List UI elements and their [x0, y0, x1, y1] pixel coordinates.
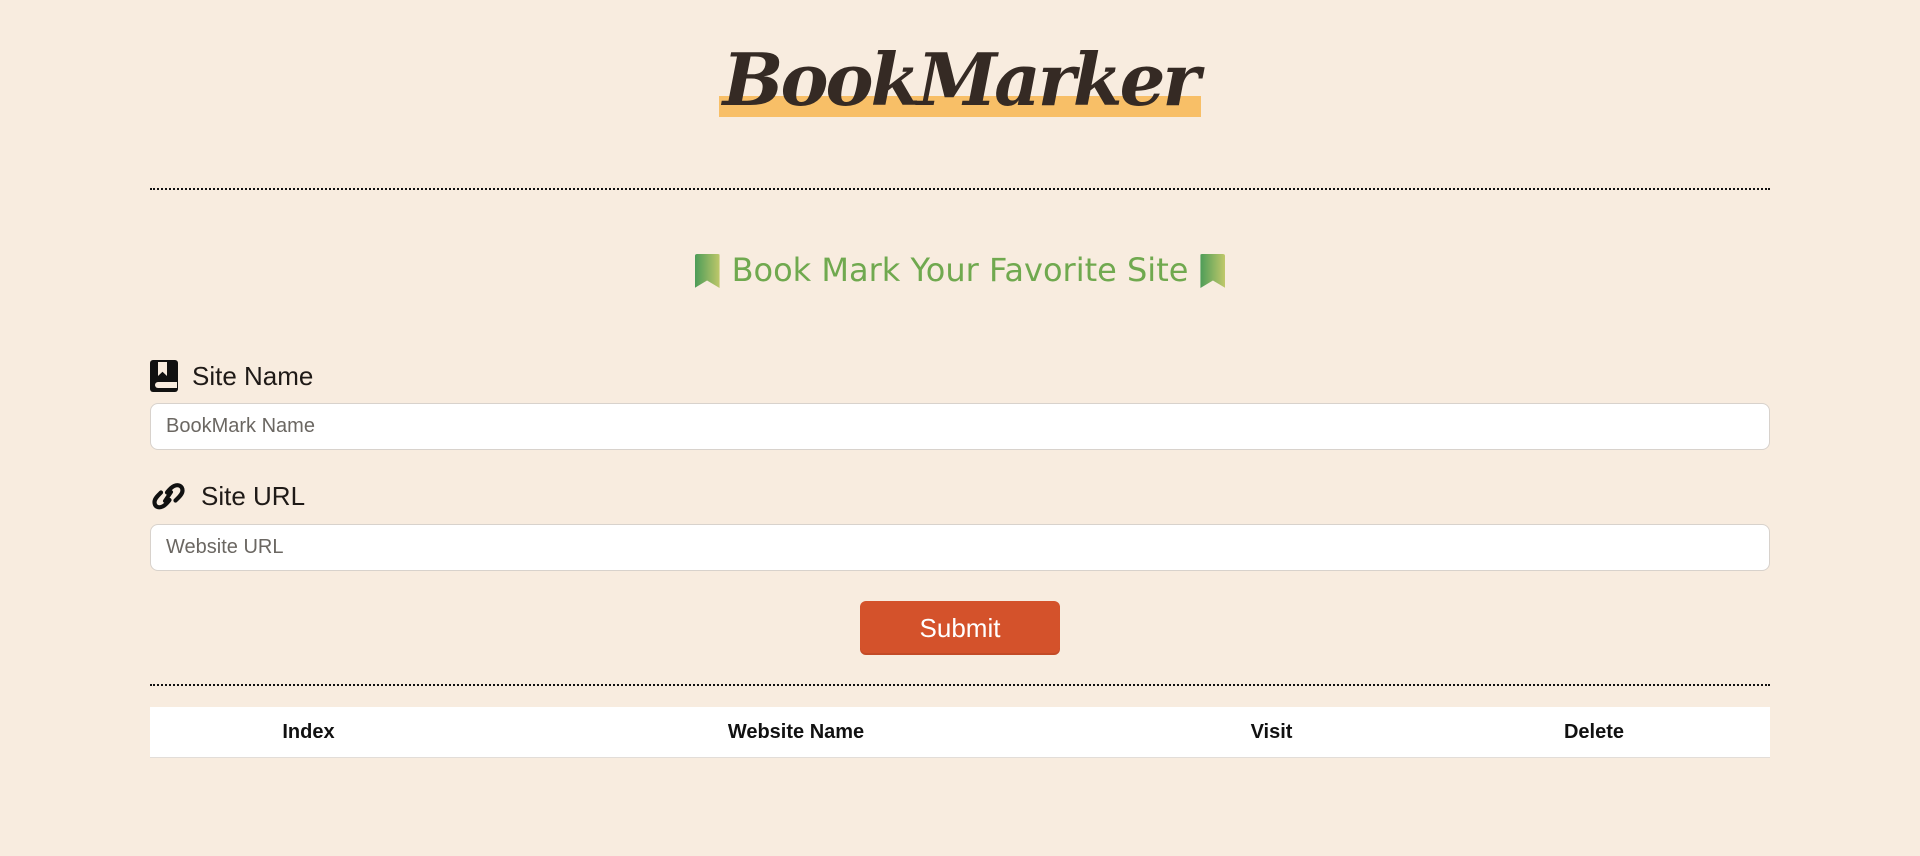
column-header-index: Index: [282, 720, 335, 743]
bookmarks-table: Index Website Name Visit Delete: [150, 707, 1770, 758]
site-name-label-text: Site Name: [192, 360, 314, 391]
bottom-divider: [150, 684, 1770, 686]
site-name-input[interactable]: [150, 403, 1770, 450]
bookmark-ribbon-icon: [1200, 254, 1226, 288]
column-header-website-name: Website Name: [727, 720, 865, 743]
site-url-input[interactable]: [150, 524, 1770, 571]
submit-button[interactable]: Submit: [860, 601, 1060, 655]
form-subtitle: Book Mark Your Favorite Site: [0, 248, 1920, 298]
book-icon: [150, 360, 178, 392]
subtitle-text: Book Mark Your Favorite Site: [731, 251, 1189, 289]
column-header-delete: Delete: [1563, 720, 1625, 743]
bookmark-ribbon-icon: [694, 254, 720, 288]
site-name-label: Site Name: [150, 358, 313, 394]
bookmarker-page: BookMarker Book Mark Your Favorite Site …: [0, 0, 1920, 856]
subtitle-content: Book Mark Your Favorite Site: [694, 248, 1226, 292]
top-divider: [150, 188, 1770, 190]
app-header: BookMarker: [0, 37, 1920, 122]
app-logo: BookMarker: [718, 37, 1202, 122]
site-url-label-text: Site URL: [201, 480, 306, 511]
column-header-visit: Visit: [1250, 720, 1293, 743]
app-title: BookMarker: [722, 37, 1201, 122]
site-url-label: Site URL: [150, 478, 305, 514]
link-icon: [150, 481, 187, 512]
